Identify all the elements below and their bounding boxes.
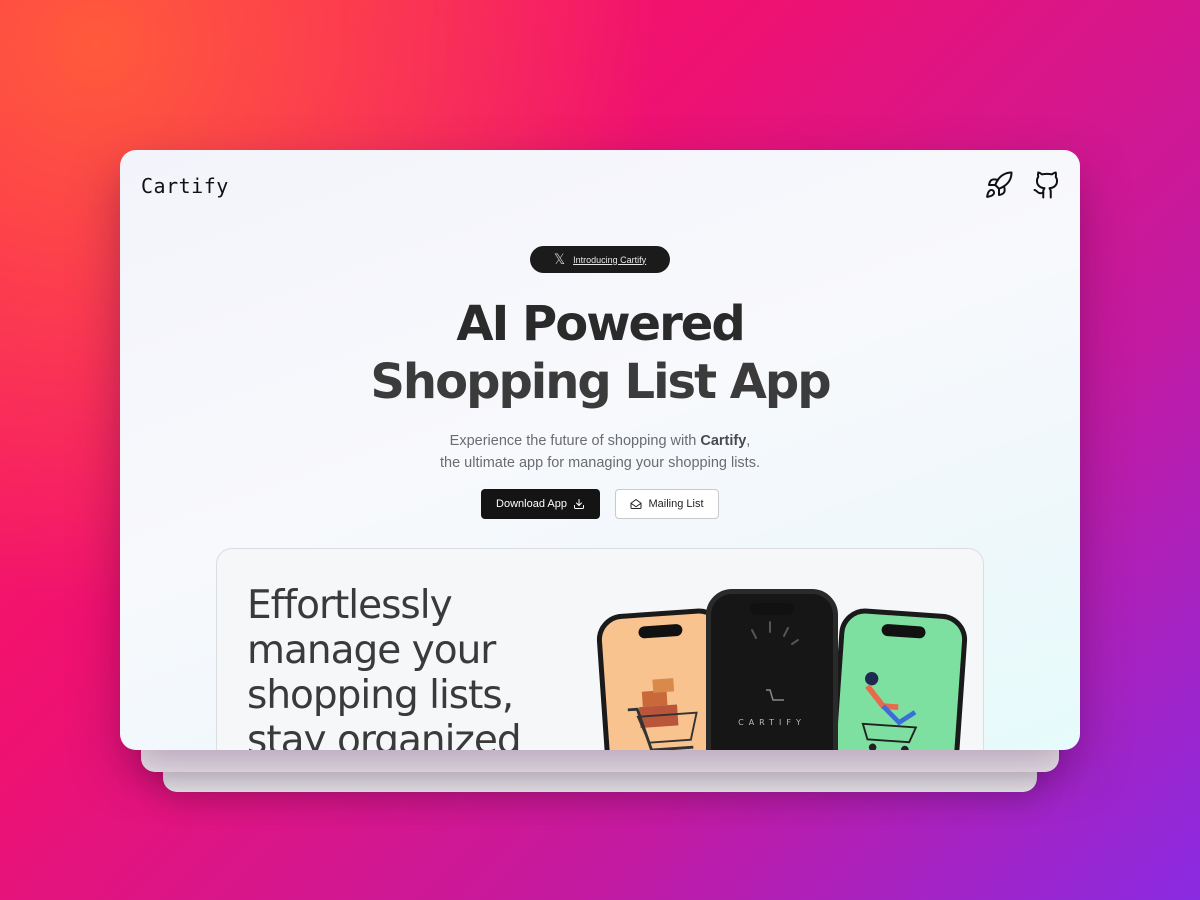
download-icon [573, 499, 584, 509]
hero-title-line1: AI Powered [456, 296, 745, 352]
feature-card: Effortlessly manage your shopping lists,… [216, 548, 984, 750]
subtitle-suffix: , [746, 433, 751, 449]
download-app-label: Download App [496, 498, 567, 510]
person-on-cart-illustration [861, 672, 918, 750]
hero-title-line2: Shopping List App [370, 354, 831, 410]
subtitle-line2: the ultimate app for managing your shopp… [440, 455, 760, 471]
hero-subtitle: Experience the future of shopping with C… [120, 430, 1080, 474]
subtitle-brand: Cartify [700, 433, 747, 449]
phone-mockup-center: CARTIFY [706, 589, 838, 750]
browser-window: Cartify 𝕏 Introducing Cartify AI Powered… [120, 150, 1080, 750]
subtitle-prefix: Experience the future of shopping with [449, 433, 701, 449]
x-logo-icon: 𝕏 [553, 251, 566, 268]
rocket-icon[interactable] [984, 170, 1014, 200]
phone-brand-text: CARTIFY [738, 718, 806, 727]
mailing-list-button[interactable]: Mailing List [615, 489, 719, 519]
site-logo[interactable]: Cartify [141, 174, 229, 198]
feature-headline: Effortlessly manage your shopping lists,… [247, 583, 522, 750]
announcement-link[interactable]: Introducing Cartify [573, 255, 646, 265]
mailing-list-label: Mailing List [648, 498, 704, 510]
hero-title: AI Powered Shopping List App [120, 295, 1080, 411]
mail-icon [630, 499, 642, 509]
download-app-button[interactable]: Download App [481, 489, 600, 519]
announcement-pill[interactable]: 𝕏 Introducing Cartify [530, 246, 670, 273]
phone-mockup-right [827, 606, 969, 750]
github-icon[interactable] [1032, 170, 1062, 200]
